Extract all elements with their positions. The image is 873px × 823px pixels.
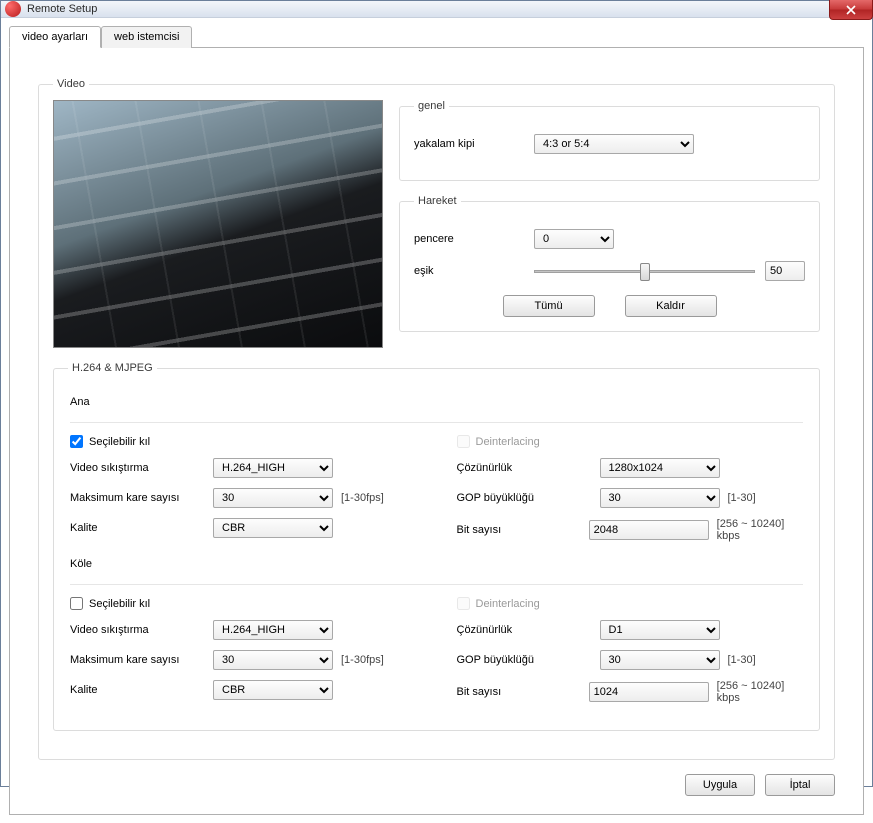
compression-label: Video sıkıştırma — [70, 624, 205, 636]
max-frames-label: Maksimum kare sayısı — [70, 654, 205, 666]
secondary-compression-select[interactable]: H.264_HIGH — [213, 620, 333, 640]
codec-legend: H.264 & MJPEG — [68, 362, 157, 374]
tab-label: video ayarları — [22, 31, 88, 43]
fps-hint: [1-30fps] — [341, 654, 384, 666]
divider — [70, 422, 803, 423]
secondary-selectable-input[interactable] — [70, 597, 83, 610]
secondary-bitrate-input[interactable] — [589, 682, 709, 702]
secondary-deinterlacing-input — [457, 597, 470, 610]
secondary-gop-select[interactable]: 30 — [600, 650, 720, 670]
primary-title: Ana — [70, 390, 803, 414]
capture-mode-select[interactable]: 4:3 or 5:4 — [534, 134, 694, 154]
bitrate-hint: [256 ~ 10240] kbps — [717, 518, 803, 542]
secondary-quality-select[interactable]: CBR — [213, 680, 333, 700]
select-all-button[interactable]: Tümü — [503, 295, 595, 317]
motion-window-label: pencere — [414, 233, 524, 245]
window-title: Remote Setup — [27, 3, 868, 15]
tabs-header: video ayarları web istemcisi — [9, 26, 864, 48]
client-area: video ayarları web istemcisi Video genel… — [1, 18, 872, 823]
primary-deinterlacing-input — [457, 435, 470, 448]
video-legend: Video — [53, 78, 89, 90]
close-icon — [846, 5, 856, 15]
titlebar: Remote Setup — [1, 1, 872, 18]
quality-label: Kalite — [70, 684, 205, 696]
capture-mode-label: yakalam kipi — [414, 138, 524, 150]
threshold-value[interactable] — [765, 261, 805, 281]
apply-button[interactable]: Uygula — [685, 774, 755, 796]
compression-label: Video sıkıştırma — [70, 462, 205, 474]
primary-selectable-checkbox[interactable]: Seçilebilir kıl — [70, 435, 150, 448]
gop-label: GOP büyüklüğü — [457, 492, 592, 504]
quality-label: Kalite — [70, 522, 205, 534]
fps-hint: [1-30fps] — [341, 492, 384, 504]
secondary-resolution-select[interactable]: D1 — [600, 620, 720, 640]
motion-fieldset: Hareket pencere 0 eşik — [399, 195, 820, 332]
divider — [70, 584, 803, 585]
resolution-label: Çözünürlük — [457, 462, 592, 474]
secondary-title: Köle — [70, 552, 803, 576]
close-button[interactable] — [829, 0, 873, 20]
selectable-label: Seçilebilir kıl — [89, 436, 150, 448]
bitrate-label: Bit sayısı — [457, 524, 581, 536]
bitrate-label: Bit sayısı — [457, 686, 581, 698]
tab-label: web istemcisi — [114, 31, 179, 43]
tab-web-client[interactable]: web istemcisi — [101, 26, 192, 48]
threshold-label: eşik — [414, 265, 524, 277]
primary-compression-select[interactable]: H.264_HIGH — [213, 458, 333, 478]
threshold-slider[interactable] — [534, 269, 755, 273]
secondary-selectable-checkbox[interactable]: Seçilebilir kıl — [70, 597, 150, 610]
motion-window-select[interactable]: 0 — [534, 229, 614, 249]
codec-fieldset: H.264 & MJPEG Ana Seçilebilir kıl — [53, 362, 820, 731]
remote-setup-window: Remote Setup video ayarları web istemcis… — [0, 0, 873, 787]
cancel-button[interactable]: İptal — [765, 774, 835, 796]
gop-label: GOP büyüklüğü — [457, 654, 592, 666]
primary-bitrate-input[interactable] — [589, 520, 709, 540]
primary-resolution-select[interactable]: 1280x1024 — [600, 458, 720, 478]
deinterlacing-label: Deinterlacing — [476, 598, 540, 610]
video-fieldset: Video genel yakalam kipi 4:3 or 5:4 — [38, 78, 835, 760]
resolution-label: Çözünürlük — [457, 624, 592, 636]
primary-quality-select[interactable]: CBR — [213, 518, 333, 538]
video-preview — [53, 100, 383, 348]
selectable-label: Seçilebilir kıl — [89, 598, 150, 610]
primary-deinterlacing-checkbox: Deinterlacing — [457, 435, 540, 448]
max-frames-label: Maksimum kare sayısı — [70, 492, 205, 504]
general-fieldset: genel yakalam kipi 4:3 or 5:4 — [399, 100, 820, 181]
tab-video-settings[interactable]: video ayarları — [9, 26, 101, 48]
deinterlacing-label: Deinterlacing — [476, 436, 540, 448]
remove-button[interactable]: Kaldır — [625, 295, 717, 317]
gop-hint: [1-30] — [728, 654, 756, 666]
general-legend: genel — [414, 100, 449, 112]
tab-panel-video: Video genel yakalam kipi 4:3 or 5:4 — [9, 47, 864, 815]
primary-selectable-input[interactable] — [70, 435, 83, 448]
footer-buttons: Uygula İptal — [38, 774, 835, 796]
lg-logo-icon — [5, 1, 21, 17]
secondary-maxframes-select[interactable]: 30 — [213, 650, 333, 670]
secondary-deinterlacing-checkbox: Deinterlacing — [457, 597, 540, 610]
motion-legend: Hareket — [414, 195, 461, 207]
gop-hint: [1-30] — [728, 492, 756, 504]
primary-maxframes-select[interactable]: 30 — [213, 488, 333, 508]
primary-gop-select[interactable]: 30 — [600, 488, 720, 508]
bitrate-hint: [256 ~ 10240] kbps — [717, 680, 803, 704]
